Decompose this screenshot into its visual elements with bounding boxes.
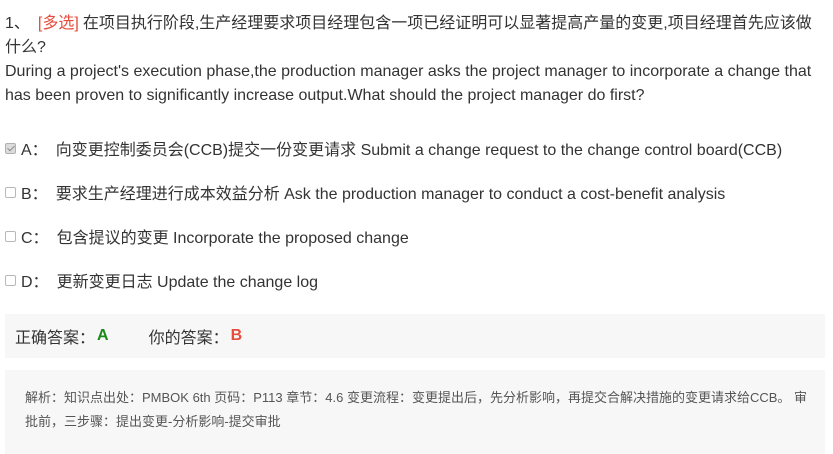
option-c-text: 包含提议的变更 Incorporate the proposed change: [56, 230, 409, 247]
option-d-letter: D：: [21, 274, 49, 291]
question-type-tag: [多选]: [37, 15, 79, 32]
question-stem: 1、 [多选] 在项目执行阶段,生产经理要求项目经理包含一项已经证明可以显著提高产量…: [5, 12, 827, 108]
question-text-cn: 在项目执行阶段,生产经理要求项目经理包含一项已经证明可以显著提高产量的变更,项目…: [5, 15, 812, 56]
option-c[interactable]: C： 包含提议的变更 Incorporate the proposed chan…: [5, 224, 409, 248]
correct-answer-value: A: [97, 327, 109, 344]
option-b-checkbox[interactable]: [5, 186, 16, 198]
your-answer-value: B: [230, 327, 243, 344]
option-a-letter: A：: [21, 142, 48, 159]
option-b-text: 要求生产经理进行成本效益分析 Ask the production manage…: [55, 186, 726, 203]
correct-answer-label: 正确答案：: [15, 330, 96, 347]
answer-bar: 正确答案： A 你的答案： B: [5, 314, 825, 358]
option-d[interactable]: D： 更新变更日志 Update the change log: [5, 268, 318, 292]
option-c-letter: C：: [21, 230, 49, 247]
question-number: 1、: [5, 15, 30, 32]
option-b-letter: B：: [21, 186, 48, 203]
option-a-checkbox[interactable]: [5, 142, 16, 154]
analysis-text: 解析：知识点出处：PMBOK 6th 页码：P113 章节：4.6 变更流程：变…: [25, 390, 808, 429]
analysis-panel: 解析：知识点出处：PMBOK 6th 页码：P113 章节：4.6 变更流程：变…: [5, 370, 825, 454]
your-answer-label: 你的答案：: [148, 330, 229, 347]
option-a-text: 向变更控制委员会(CCB)提交一份变更请求 Submit a change re…: [55, 142, 783, 159]
option-c-checkbox[interactable]: [5, 230, 16, 242]
option-b[interactable]: B： 要求生产经理进行成本效益分析 Ask the production man…: [5, 180, 725, 204]
option-d-checkbox[interactable]: [5, 274, 16, 286]
option-d-text: 更新变更日志 Update the change log: [56, 274, 319, 291]
option-a[interactable]: A： 向变更控制委员会(CCB)提交一份变更请求 Submit a change…: [5, 136, 782, 160]
question-text-en: During a project's execution phase,the p…: [5, 63, 812, 104]
